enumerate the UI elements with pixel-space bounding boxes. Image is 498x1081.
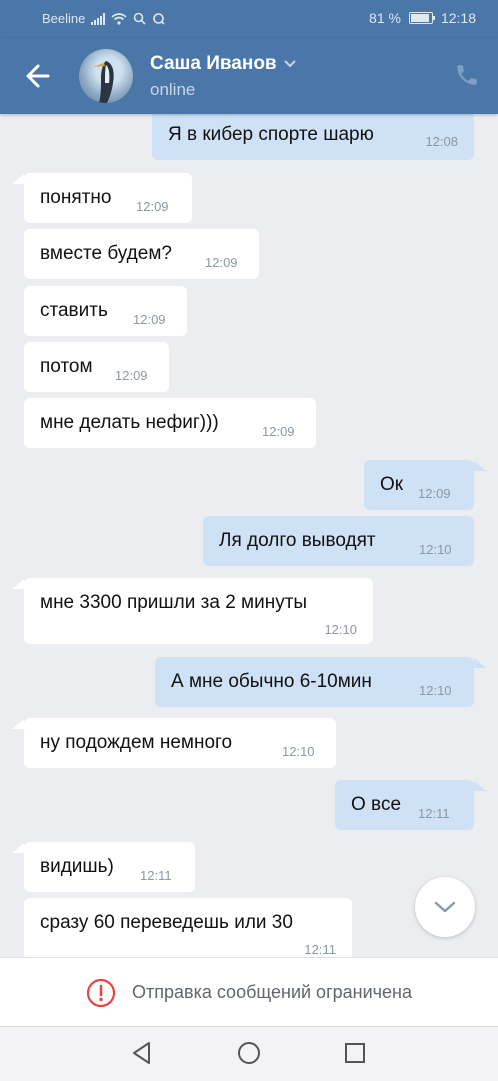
bubble-tail	[12, 579, 24, 589]
alert-icon	[86, 978, 116, 1007]
message-time: 12:10	[282, 744, 315, 759]
wifi-icon	[111, 12, 127, 25]
restriction-text: Отправка сообщений ограничена	[132, 982, 412, 1002]
restriction-notice: Отправка сообщений ограничена	[0, 957, 498, 1027]
message-text: А мне обычно 6-10мин	[171, 671, 372, 692]
search-icon	[134, 12, 146, 25]
back-icon[interactable]	[128, 1039, 156, 1067]
back-arrow-icon[interactable]	[20, 58, 56, 94]
home-icon[interactable]	[235, 1039, 263, 1067]
bubble-tail	[12, 719, 24, 729]
message-time: 12:11	[418, 806, 450, 821]
message-bubble[interactable]: мне делать нефиг))) 12:09	[24, 398, 316, 448]
recents-icon[interactable]	[341, 1039, 369, 1067]
status-bar: Beeline 81 % 12:18	[0, 0, 498, 38]
battery-icon	[408, 12, 435, 24]
bubble-tail	[474, 781, 486, 791]
clock: 12:18	[440, 10, 476, 26]
message-bubble[interactable]: ставить 12:09	[24, 286, 187, 336]
chevron-down-icon	[283, 60, 296, 68]
bubble-tail	[12, 843, 24, 853]
message-bubble[interactable]: А мне обычно 6-10мин 12:10	[155, 657, 474, 707]
signal-icon	[91, 12, 106, 25]
message-text: понятно	[40, 187, 112, 208]
message-text: Я в кибер спорте шарю	[168, 124, 374, 145]
penguin-icon	[93, 61, 114, 103]
message-text: Ля долго выводят	[219, 530, 376, 551]
message-bubble[interactable]: понятно 12:09	[24, 173, 192, 223]
scroll-down-button[interactable]	[415, 877, 475, 937]
battery-percent: 81 %	[369, 10, 401, 26]
message-time: 12:10	[324, 622, 357, 637]
message-bubble[interactable]: мне 3300 пришли за 2 минуты 12:10	[24, 578, 373, 644]
contact-status: online	[150, 80, 196, 99]
bubble-tail	[474, 461, 486, 471]
chat-header: Саша Иванов online	[0, 38, 498, 114]
message-bubble[interactable]: ну подождем немного 12:10	[24, 718, 336, 768]
message-time: 12:11	[140, 868, 172, 883]
message-text: вместе будем?	[40, 243, 172, 264]
bubble-tail	[474, 658, 486, 668]
message-time: 12:11	[304, 942, 336, 957]
navigation-bar	[0, 1026, 498, 1081]
message-text: видишь)	[40, 856, 114, 877]
message-bubble[interactable]: видишь) 12:11	[24, 842, 195, 892]
message-time: 12:10	[419, 542, 452, 557]
message-text: мне делать нефиг)))	[40, 412, 219, 433]
message-text: ставить	[40, 300, 108, 321]
message-time: 12:09	[136, 199, 169, 214]
message-text: сразу 60 переведешь или 30	[40, 912, 293, 933]
message-bubble[interactable]: сразу 60 переведешь или 30 12:11	[24, 898, 352, 957]
bubble-tail	[12, 174, 24, 184]
message-text: О все	[351, 794, 402, 815]
message-time: 12:09	[262, 424, 295, 439]
message-time: 12:10	[419, 683, 452, 698]
message-text: потом	[40, 356, 93, 377]
message-time: 12:09	[133, 312, 166, 327]
message-time: 12:08	[425, 134, 458, 149]
contact-name[interactable]: Саша Иванов	[150, 53, 297, 75]
message-bubble[interactable]: потом 12:09	[24, 342, 169, 392]
message-bubble[interactable]: Ок 12:09	[364, 460, 474, 510]
sync-icon	[153, 13, 165, 25]
message-time: 12:09	[115, 368, 148, 383]
message-text: Ок	[380, 474, 404, 495]
message-list[interactable]: Я в кибер спорте шарю 12:08 понятно 12:0…	[0, 114, 498, 957]
contact-name-label: Саша Иванов	[150, 53, 277, 74]
message-bubble[interactable]: О все 12:11	[335, 780, 474, 830]
message-bubble[interactable]: Я в кибер спорте шарю 12:08	[152, 114, 474, 160]
carrier-label: Beeline	[42, 11, 86, 26]
chevron-down-icon	[434, 901, 456, 913]
message-text: ну подождем немного	[40, 732, 233, 753]
phone-icon[interactable]	[454, 62, 480, 88]
avatar[interactable]	[79, 49, 133, 103]
message-time: 12:09	[205, 255, 238, 270]
message-time: 12:09	[418, 486, 451, 501]
message-text: мне 3300 пришли за 2 минуты	[40, 592, 308, 613]
message-bubble[interactable]: вместе будем? 12:09	[24, 229, 259, 279]
message-bubble[interactable]: Ля долго выводят 12:10	[203, 516, 474, 566]
